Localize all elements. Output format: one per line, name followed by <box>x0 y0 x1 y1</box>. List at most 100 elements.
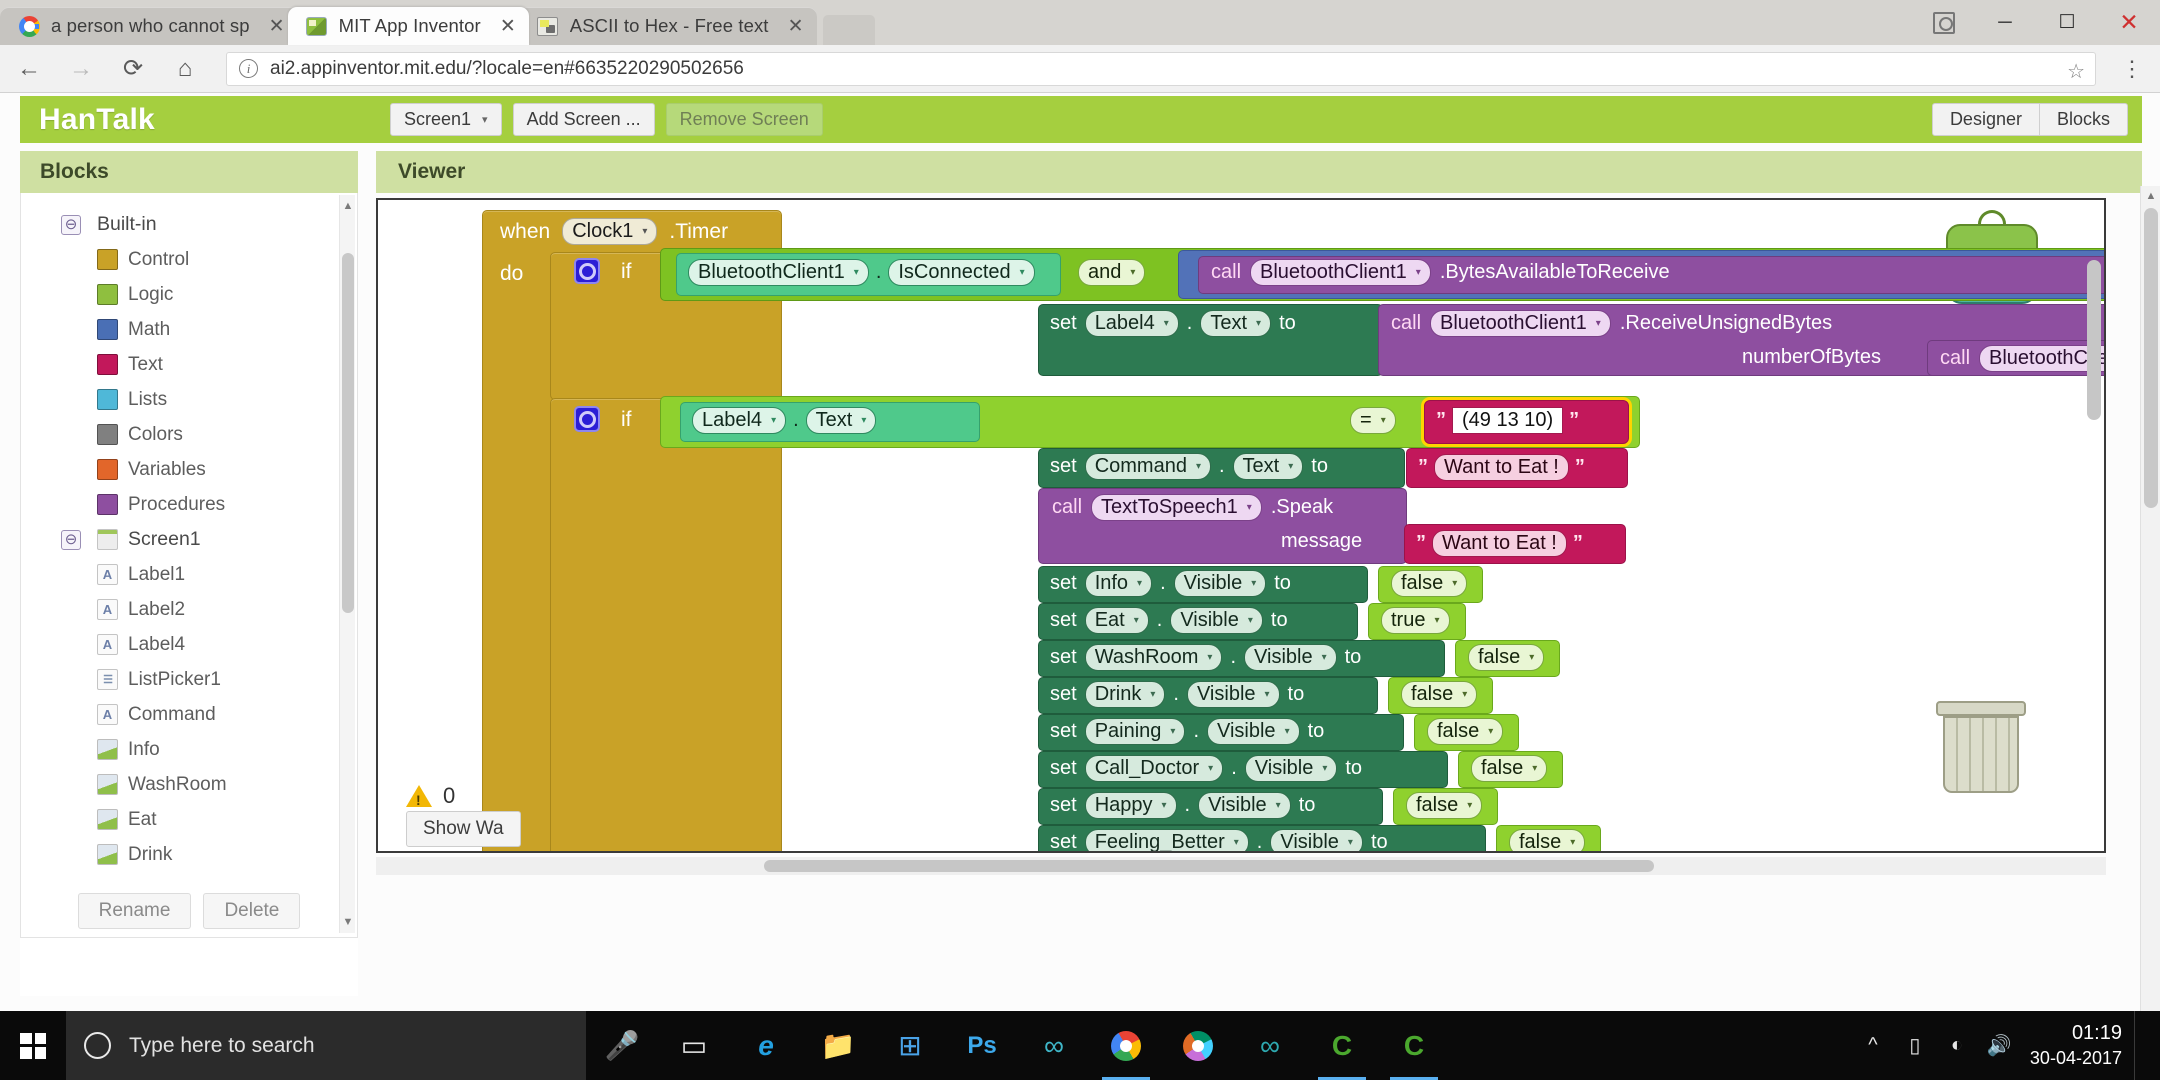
appinventor-icon-1[interactable]: C <box>1306 1011 1378 1080</box>
and-operator-dropdown[interactable]: and ▾ <box>1078 259 1146 286</box>
home-icon[interactable]: ⌂ <box>162 46 208 92</box>
browser-tab-1[interactable]: a person who cannot sp ✕ <box>0 7 298 45</box>
canvas-horizontal-scrollbar[interactable] <box>376 857 2106 875</box>
tree-node-builtin[interactable]: ⊖ Built-in <box>21 207 357 242</box>
taskbar-clock[interactable]: 01:19 30-04-2017 <box>2030 1021 2122 1070</box>
palette-item-label2[interactable]: A Label2 <box>21 592 357 627</box>
palette-item-procedures[interactable]: Procedures <box>21 487 357 522</box>
show-warnings-button[interactable]: Show Wa <box>406 811 521 847</box>
rename-button[interactable]: Rename <box>77 893 192 929</box>
palette-item-text[interactable]: Text <box>21 347 357 382</box>
property-dropdown[interactable]: Visible ▾ <box>1173 570 1267 597</box>
battery-icon[interactable]: ▯ <box>1894 1011 1936 1080</box>
scrollbar-thumb[interactable] <box>764 860 1654 872</box>
scrollbar-thumb[interactable] <box>2144 208 2158 508</box>
bookmark-star-icon[interactable]: ☆ <box>2067 59 2085 84</box>
maximize-button[interactable]: ☐ <box>2036 0 2098 45</box>
blocks-button[interactable]: Blocks <box>2039 103 2128 136</box>
boolean-dropdown[interactable]: false ▾ <box>1471 755 1548 782</box>
boolean-dropdown[interactable]: true ▾ <box>1381 607 1450 634</box>
tree-node-screen1[interactable]: ⊖ Screen1 <box>21 522 357 557</box>
component-dropdown[interactable]: Label4 ▾ <box>692 407 787 434</box>
mutator-icon[interactable] <box>574 258 600 284</box>
microsoft-store-icon[interactable]: ⊞ <box>874 1011 946 1080</box>
collapse-icon[interactable]: ⊖ <box>61 214 81 235</box>
component-dropdown[interactable]: Drink ▾ <box>1084 681 1166 708</box>
palette-item-info[interactable]: Info <box>21 732 357 767</box>
text-value[interactable]: Want to Eat ! <box>1432 530 1567 557</box>
reload-icon[interactable]: ⟳ <box>110 46 156 92</box>
page-scrollbar[interactable]: ▲ ▼ <box>2140 186 2160 1080</box>
component-dropdown[interactable]: Info ▾ <box>1084 570 1153 597</box>
boolean-dropdown[interactable]: false ▾ <box>1468 644 1545 671</box>
infinity-icon[interactable]: ∞ <box>1018 1011 1090 1080</box>
show-hidden-icons[interactable]: ^ <box>1852 1011 1894 1080</box>
component-dropdown[interactable]: Eat ▾ <box>1084 607 1149 634</box>
component-dropdown[interactable]: Happy ▾ <box>1084 792 1177 819</box>
forward-icon[interactable]: → <box>58 46 104 92</box>
component-dropdown[interactable]: TextToSpeech1 ▾ <box>1091 494 1262 521</box>
close-icon[interactable]: ✕ <box>497 15 519 37</box>
edge-icon[interactable]: e <box>730 1011 802 1080</box>
property-dropdown[interactable]: Text ▾ <box>1232 453 1304 480</box>
wifi-icon[interactable]: ◐ <box>1936 1011 1978 1080</box>
close-window-button[interactable]: ✕ <box>2098 0 2160 45</box>
cortana-mic-icon[interactable]: 🎤 <box>586 1011 658 1080</box>
chrome-icon[interactable] <box>1090 1011 1162 1080</box>
palette-item-label4[interactable]: A Label4 <box>21 627 357 662</box>
palette-item-command[interactable]: A Command <box>21 697 357 732</box>
add-screen-button[interactable]: Add Screen ... <box>512 103 655 136</box>
new-tab-button[interactable] <box>822 15 875 45</box>
component-dropdown[interactable]: BluetoothClient1 ▾ <box>1430 310 1611 337</box>
back-icon[interactable]: ← <box>6 46 52 92</box>
palette-item-colors[interactable]: Colors <box>21 417 357 452</box>
property-dropdown[interactable]: Text ▾ <box>805 407 877 434</box>
component-dropdown[interactable]: Call_Doctor ▾ <box>1084 755 1224 782</box>
palette-item-math[interactable]: Math <box>21 312 357 347</box>
boolean-dropdown[interactable]: false ▾ <box>1406 792 1483 819</box>
boolean-dropdown[interactable]: false ▾ <box>1427 718 1504 745</box>
arduino-icon[interactable]: ∞ <box>1234 1011 1306 1080</box>
block-if-2[interactable] <box>550 398 782 851</box>
component-dropdown[interactable]: BluetoothClient1 ▾ <box>1250 259 1431 286</box>
text-input-field[interactable]: (49 13 10) <box>1452 407 1564 434</box>
mutator-icon[interactable] <box>574 406 600 432</box>
component-dropdown[interactable]: BluetoothClient1 ▾ <box>688 259 869 286</box>
property-dropdown[interactable]: Visible ▾ <box>1186 681 1280 708</box>
minimize-button[interactable]: ─ <box>1974 0 2036 45</box>
browser-tab-2[interactable]: MIT App Inventor ✕ <box>287 7 529 45</box>
profile-icon[interactable] <box>1924 3 1964 43</box>
chrome-beta-icon[interactable] <box>1162 1011 1234 1080</box>
property-dropdown[interactable]: Visible ▾ <box>1198 792 1291 819</box>
property-dropdown[interactable]: Visible ▾ <box>1244 755 1338 782</box>
close-icon[interactable]: ✕ <box>266 15 288 37</box>
screen-selector-dropdown[interactable]: Screen1 ▾ <box>390 103 502 136</box>
text-value[interactable]: Want to Eat ! <box>1434 454 1569 481</box>
address-bar[interactable]: i ai2.appinventor.mit.edu/?locale=en#663… <box>226 51 2096 86</box>
palette-scrollbar[interactable]: ▲ ▼ <box>339 195 355 933</box>
file-explorer-icon[interactable]: 📁 <box>802 1011 874 1080</box>
property-dropdown[interactable]: Text ▾ <box>1200 310 1272 337</box>
windows-logo-icon[interactable] <box>0 1011 66 1080</box>
delete-button[interactable]: Delete <box>203 893 301 929</box>
palette-item-drink[interactable]: Drink <box>21 837 357 872</box>
property-dropdown[interactable]: IsConnected ▾ <box>888 259 1035 286</box>
palette-item-eat[interactable]: Eat <box>21 802 357 837</box>
equals-operator-dropdown[interactable]: = ▾ <box>1350 407 1396 434</box>
blocks-canvas[interactable]: when Clock1 ▾ .Timer do if BluetoothClie… <box>376 198 2106 853</box>
show-desktop-button[interactable] <box>2134 1011 2146 1080</box>
property-dropdown[interactable]: Visible ▾ <box>1270 829 1363 851</box>
component-dropdown[interactable]: Feeling_Better ▾ <box>1084 829 1249 851</box>
property-dropdown[interactable]: Visible ▾ <box>1207 718 1300 745</box>
boolean-dropdown[interactable]: false ▾ <box>1509 829 1586 851</box>
palette-item-lists[interactable]: Lists <box>21 382 357 417</box>
boolean-dropdown[interactable]: false ▾ <box>1391 570 1468 597</box>
component-dropdown[interactable]: Command ▾ <box>1084 453 1211 480</box>
appinventor-icon-2[interactable]: C <box>1378 1011 1450 1080</box>
canvas-vertical-scrollbar[interactable] <box>2087 260 2101 420</box>
palette-item-label1[interactable]: A Label1 <box>21 557 357 592</box>
info-icon[interactable]: i <box>239 59 258 78</box>
component-dropdown[interactable]: Paining ▾ <box>1084 718 1186 745</box>
browser-menu-icon[interactable]: ⋮ <box>2110 46 2154 92</box>
component-dropdown[interactable]: Label4 ▾ <box>1084 310 1179 337</box>
